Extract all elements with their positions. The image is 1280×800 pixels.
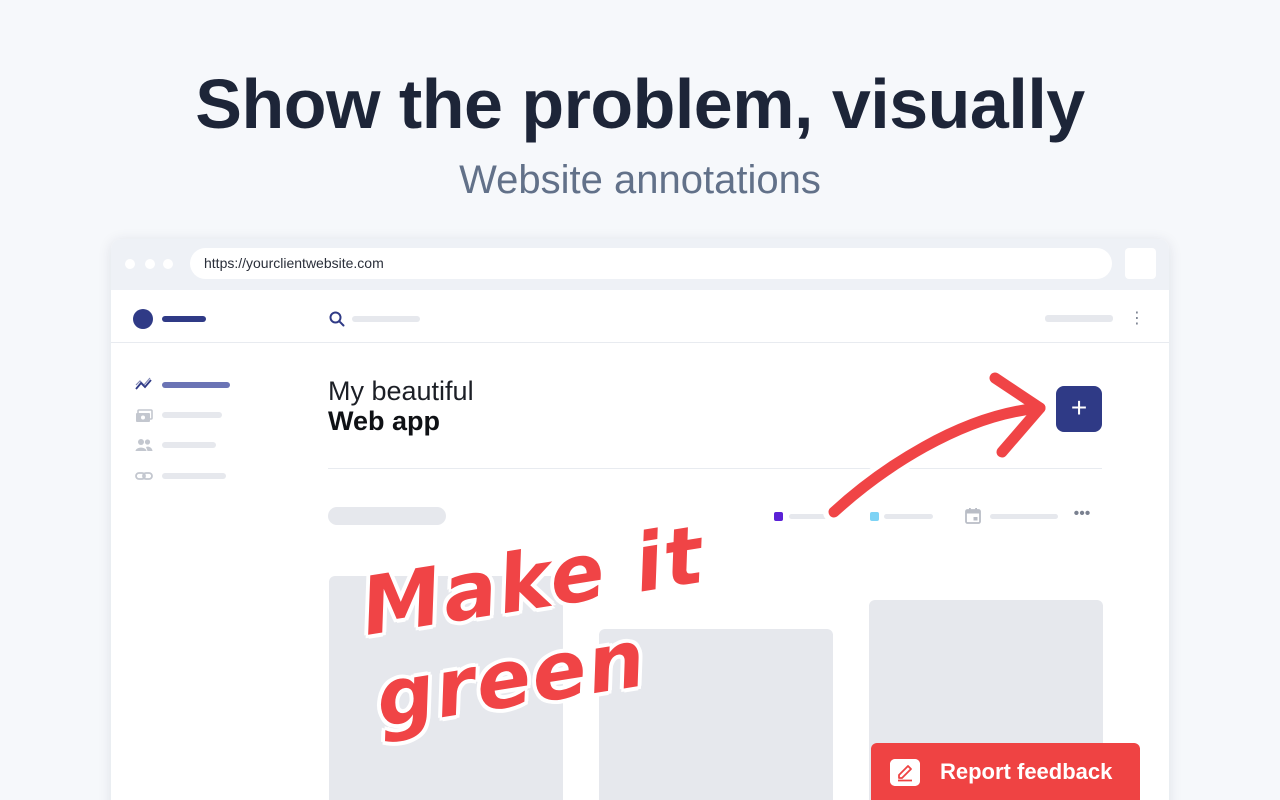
sidebar-item-people[interactable]: [135, 436, 255, 454]
logo-placeholder: [162, 316, 206, 322]
search-icon[interactable]: [328, 310, 346, 328]
sidebar-label-placeholder: [162, 382, 230, 388]
money-icon: [136, 409, 153, 422]
window-dot[interactable]: [145, 259, 155, 269]
page-title-line1: My beautiful: [328, 376, 474, 406]
date-range-placeholder[interactable]: [990, 514, 1058, 519]
sidebar-item-analytics[interactable]: [135, 376, 255, 394]
hero-title: Show the problem, visually: [195, 65, 1085, 143]
logo-icon[interactable]: [133, 309, 153, 329]
page-title-line2: Web app: [328, 406, 441, 436]
sidebar-label-placeholder: [162, 473, 226, 479]
people-icon: [135, 439, 153, 451]
browser-toolbar: https://yourclientwebsite.com: [111, 239, 1169, 290]
filter-placeholder[interactable]: [328, 507, 446, 525]
link-icon: [135, 472, 153, 480]
address-bar[interactable]: https://yourclientwebsite.com: [190, 248, 1112, 279]
window-dot[interactable]: [163, 259, 173, 269]
hero-subtitle: Website annotations: [459, 158, 821, 202]
report-feedback-button[interactable]: Report feedback: [871, 743, 1140, 800]
window-dot[interactable]: [125, 259, 135, 269]
report-feedback-label: Report feedback: [940, 759, 1113, 784]
sidebar-label-placeholder: [162, 412, 222, 418]
sidebar-item-payments[interactable]: [135, 406, 255, 424]
search-input[interactable]: [352, 316, 420, 322]
trend-icon: [135, 377, 152, 390]
more-options-icon[interactable]: •••: [1073, 506, 1091, 525]
app-header: ⋮: [111, 290, 1169, 343]
sidebar-label-placeholder: [162, 442, 216, 448]
browser-extension-button[interactable]: [1125, 248, 1156, 279]
sidebar-item-links[interactable]: [135, 467, 255, 485]
add-button[interactable]: +: [1056, 386, 1102, 432]
pencil-icon: [890, 759, 920, 786]
header-user-placeholder[interactable]: [1045, 315, 1113, 322]
kebab-menu-icon[interactable]: ⋮: [1129, 310, 1145, 328]
